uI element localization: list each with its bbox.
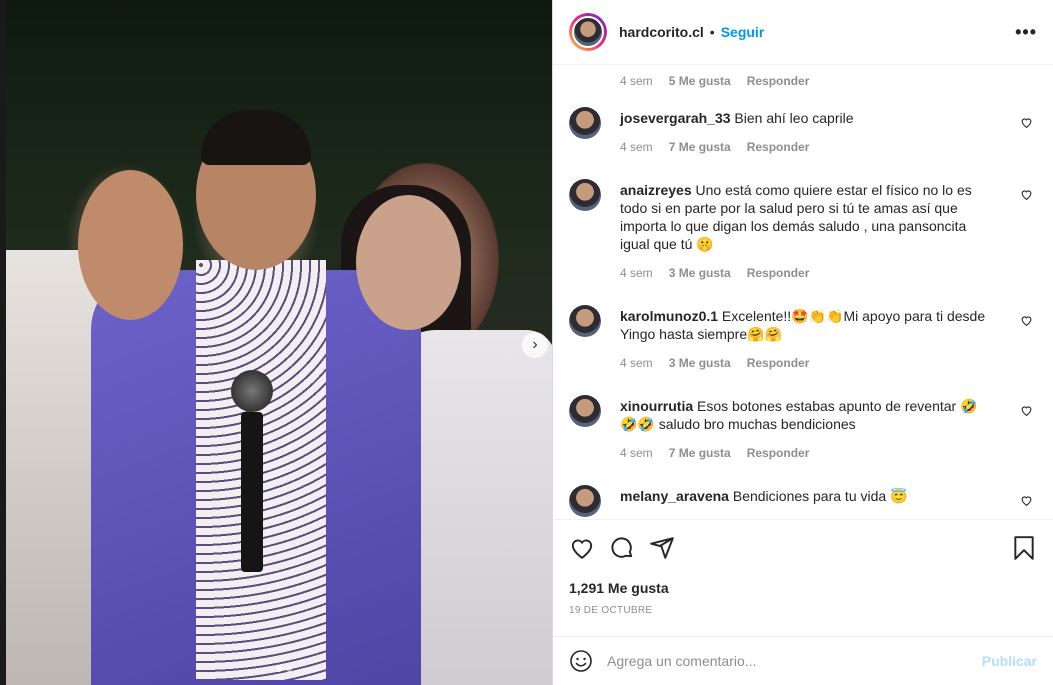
comment-body: Bendiciones para tu vida 😇 [732,488,908,504]
carousel-dots [276,666,292,672]
reply-button[interactable]: Responder [747,266,810,280]
reply-button[interactable]: Responder [747,446,810,460]
comment-text: karolmunoz0.1 Excelente!!🤩👏👏Mi apoyo par… [620,307,990,343]
header-separator: • [709,24,715,40]
comment-item: melany_aravena Bendiciones para tu vida … [569,485,1039,519]
comment-likes[interactable]: 3 Me gusta [669,356,731,370]
photo-hair-center [201,110,311,165]
comment-text: melany_aravena Bendiciones para tu vida … [620,487,990,505]
comment-item: anaizreyes Uno está como quiere estar el… [569,179,1039,289]
comment-text: anaizreyes Uno está como quiere estar el… [620,181,990,253]
comment-meta: 4 sem 7 Me gusta Responder [620,140,809,154]
comment-age: 4 sem [620,140,653,154]
comment-age: 4 sem [620,356,653,370]
comment-username[interactable]: anaizreyes [620,182,692,198]
comment-item: josevergarah_33 Bien ahí leo caprile 4 s… [569,107,1039,167]
author-avatar[interactable] [569,13,607,51]
comment-input[interactable] [607,653,982,669]
comment-username[interactable]: karolmunoz0.1 [620,308,718,324]
comment-username[interactable]: xinourrutia [620,398,693,414]
reply-button[interactable]: Responder [747,140,810,154]
comments-list[interactable]: 4 sem 5 Me gusta Responder josevergarah_… [553,65,1053,520]
comment-age: 4 sem [620,266,653,280]
heart-icon[interactable] [1020,116,1033,129]
comment-item: xinourrutia Esos botones estabas apunto … [569,395,1039,475]
carousel-next-button[interactable]: › [522,332,548,358]
emoji-icon[interactable] [569,649,593,673]
heart-icon[interactable] [1020,494,1033,507]
carousel-dot [286,666,292,672]
comment-item: 4 sem 5 Me gusta Responder [569,65,1039,91]
post-photo: › [6,0,552,685]
comment-likes[interactable]: 3 Me gusta [669,266,731,280]
comment-likes[interactable]: 5 Me gusta [669,74,731,88]
commenter-avatar[interactable] [569,179,601,211]
post-date: 19 DE OCTUBRE [569,605,653,616]
add-comment-bar: Publicar [553,636,1053,685]
commenter-avatar[interactable] [569,305,601,337]
comment-meta: 4 sem 5 Me gusta Responder [620,74,809,88]
author-username[interactable]: hardcorito.cl [619,24,704,40]
post-actions [569,535,1037,565]
heart-icon[interactable] [1020,188,1033,201]
comment-meta: 4 sem 3 Me gusta Responder [620,266,809,280]
bookmark-icon[interactable] [1011,535,1037,561]
commenter-avatar[interactable] [569,395,601,427]
more-icon[interactable]: ••• [1015,22,1037,43]
publish-button[interactable]: Publicar [982,653,1037,669]
comment-username[interactable]: melany_aravena [620,488,729,504]
photo-face-left [78,170,183,320]
comment-likes[interactable]: 7 Me gusta [669,446,731,460]
comment-username[interactable]: josevergarah_33 [620,110,731,126]
photo-microphone [231,370,273,572]
heart-icon[interactable] [1020,314,1033,327]
comment-likes[interactable]: 7 Me gusta [669,140,731,154]
heart-icon[interactable] [1020,404,1033,417]
comment-meta: 4 sem 3 Me gusta Responder [620,356,809,370]
comment-body: Bien ahí leo caprile [734,110,854,126]
comment-age: 4 sem [620,74,653,88]
instagram-post-modal: › hardcorito.cl • Seguir ••• 4 sem 5 Me … [0,0,1053,685]
comment-item: karolmunoz0.1 Excelente!!🤩👏👏Mi apoyo par… [569,305,1039,385]
commenter-avatar[interactable] [569,107,601,139]
likes-count[interactable]: 1,291 Me gusta [569,580,669,596]
chevron-right-icon: › [532,336,538,353]
post-header: hardcorito.cl • Seguir ••• [553,0,1053,65]
reply-button[interactable]: Responder [747,356,810,370]
heart-icon[interactable] [569,535,595,561]
carousel-dot [276,666,282,672]
comment-text: josevergarah_33 Bien ahí leo caprile [620,109,990,127]
comment-text: xinourrutia Esos botones estabas apunto … [620,397,990,433]
photo-face-right [356,195,461,330]
follow-button[interactable]: Seguir [721,24,765,40]
comment-meta: 4 sem 7 Me gusta Responder [620,446,809,460]
post-side-panel: hardcorito.cl • Seguir ••• 4 sem 5 Me gu… [552,0,1053,685]
comment-icon[interactable] [609,535,635,561]
comment-age: 4 sem [620,446,653,460]
share-icon[interactable] [649,535,675,561]
reply-button[interactable]: Responder [747,74,810,88]
commenter-avatar[interactable] [569,485,601,517]
